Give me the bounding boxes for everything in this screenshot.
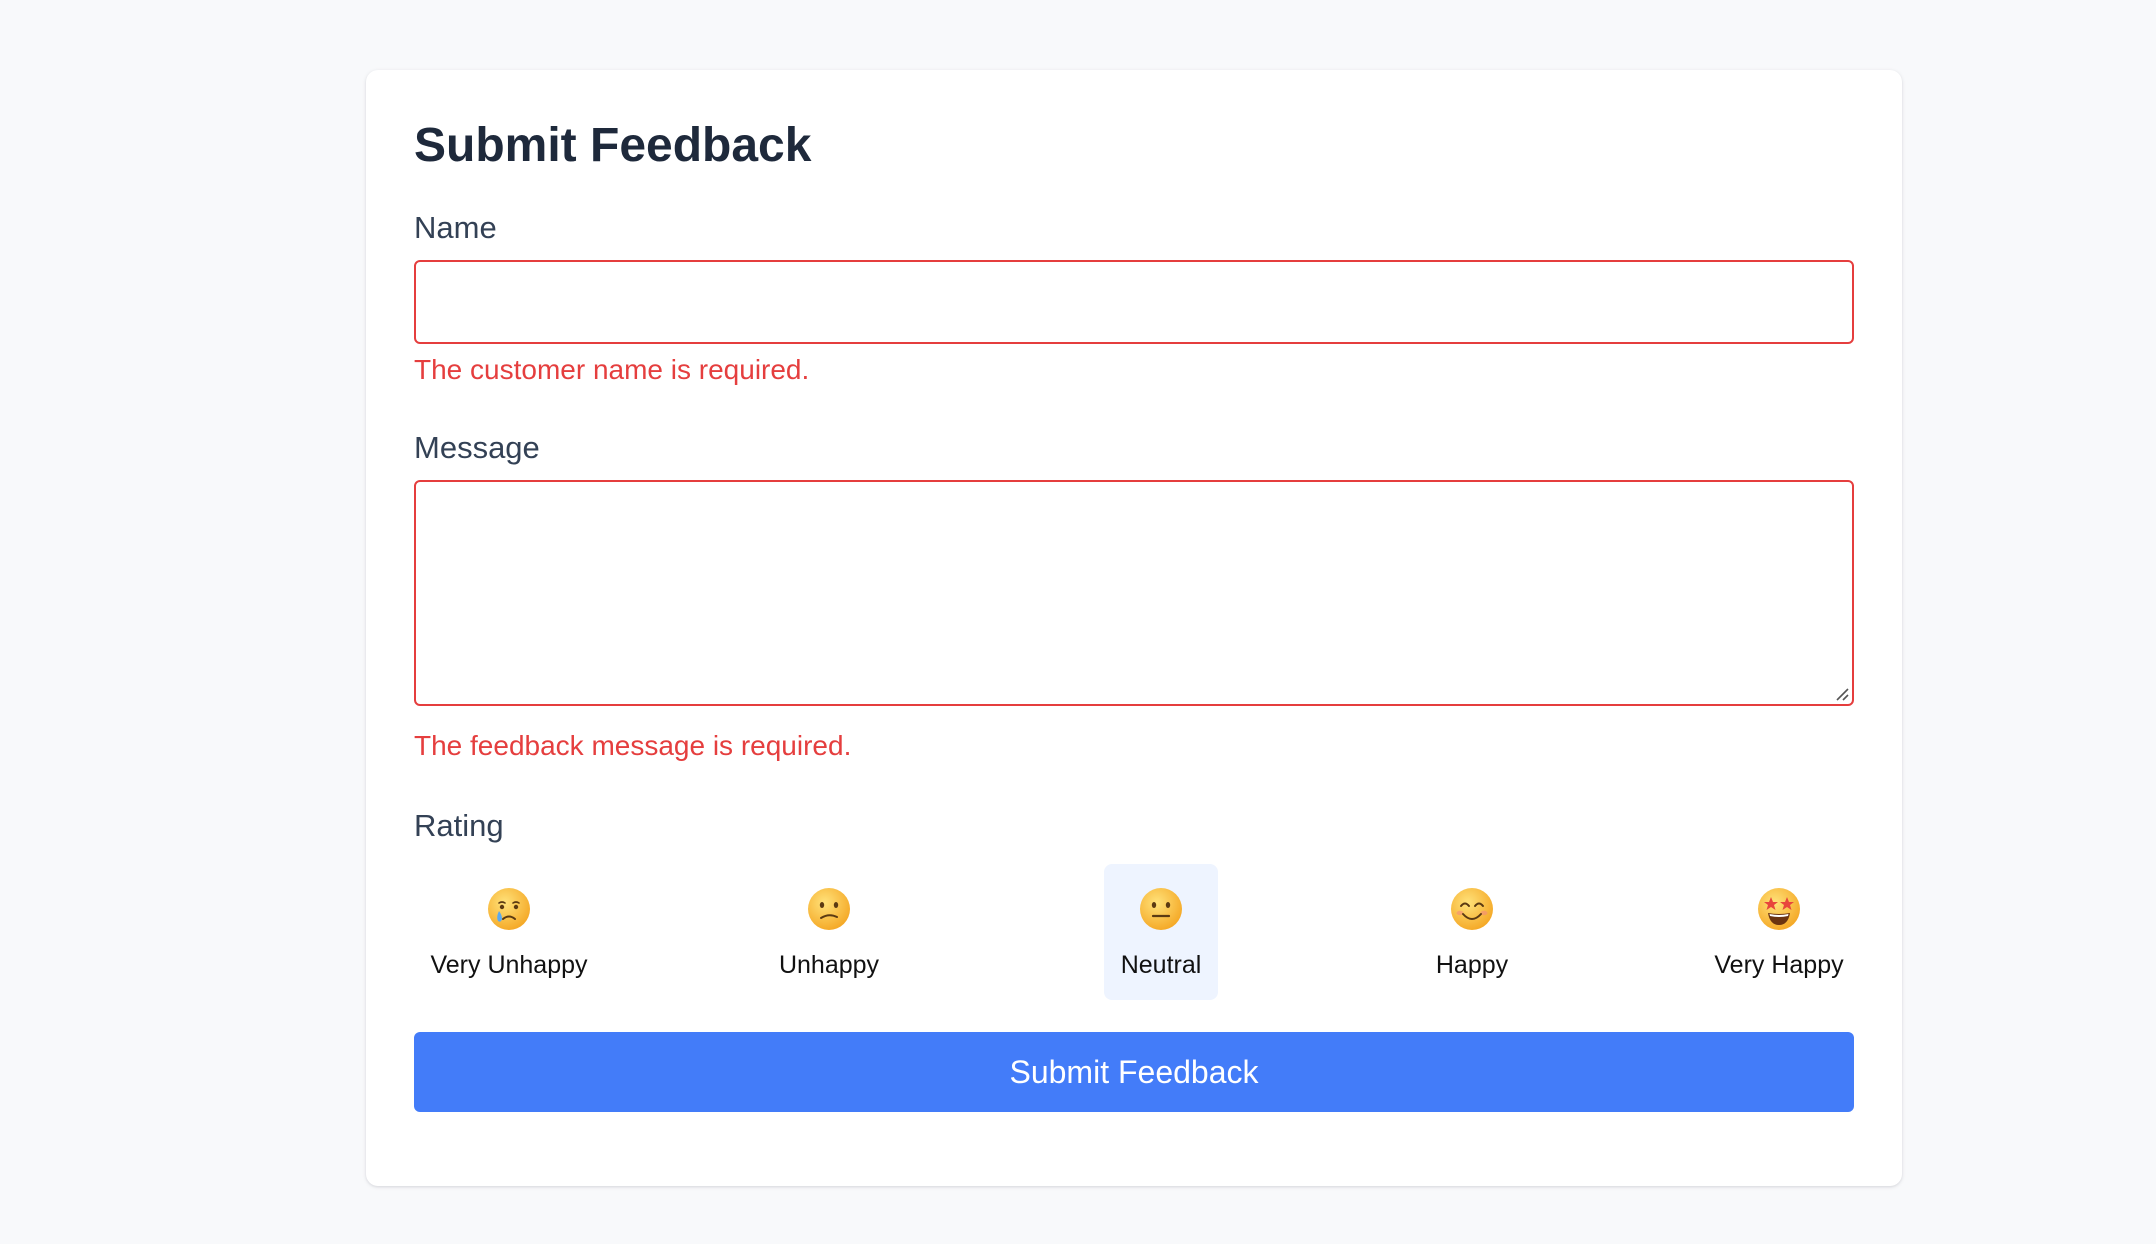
resize-handle-icon[interactable] xyxy=(1832,684,1850,702)
rating-option-label: Unhappy xyxy=(778,951,880,979)
crying-face-icon xyxy=(488,888,530,930)
name-input[interactable] xyxy=(414,260,1854,344)
message-label: Message xyxy=(414,430,540,465)
name-label: Name xyxy=(414,210,497,245)
page-title: Submit Feedback xyxy=(414,119,812,172)
rating-option-unhappy[interactable]: Unhappy xyxy=(754,864,904,1000)
smiling-face-icon xyxy=(1451,888,1493,930)
message-error: The feedback message is required. xyxy=(414,730,852,761)
rating-option-label: Neutral xyxy=(1120,951,1202,979)
rating-label: Rating xyxy=(414,808,504,843)
rating-option-very-happy[interactable]: Very Happy xyxy=(1704,864,1854,1000)
rating-option-label: Very Unhappy xyxy=(430,951,588,979)
star-struck-face-icon xyxy=(1758,888,1800,930)
rating-option-label: Very Happy xyxy=(1714,951,1844,979)
submit-feedback-button[interactable]: Submit Feedback xyxy=(414,1032,1854,1112)
neutral-face-icon xyxy=(1140,888,1182,930)
feedback-card: Submit Feedback Name The customer name i… xyxy=(366,70,1902,1186)
rating-option-neutral[interactable]: Neutral xyxy=(1104,864,1218,1000)
confused-face-icon xyxy=(808,888,850,930)
rating-option-label: Happy xyxy=(1435,951,1509,979)
rating-option-very-unhappy[interactable]: Very Unhappy xyxy=(414,864,604,1000)
rating-option-happy[interactable]: Happy xyxy=(1412,864,1532,1000)
message-textarea[interactable] xyxy=(414,480,1854,706)
name-error: The customer name is required. xyxy=(414,354,810,385)
rating-selector: Very Unhappy Unhappy Neutral Happy Very … xyxy=(414,864,1854,1000)
